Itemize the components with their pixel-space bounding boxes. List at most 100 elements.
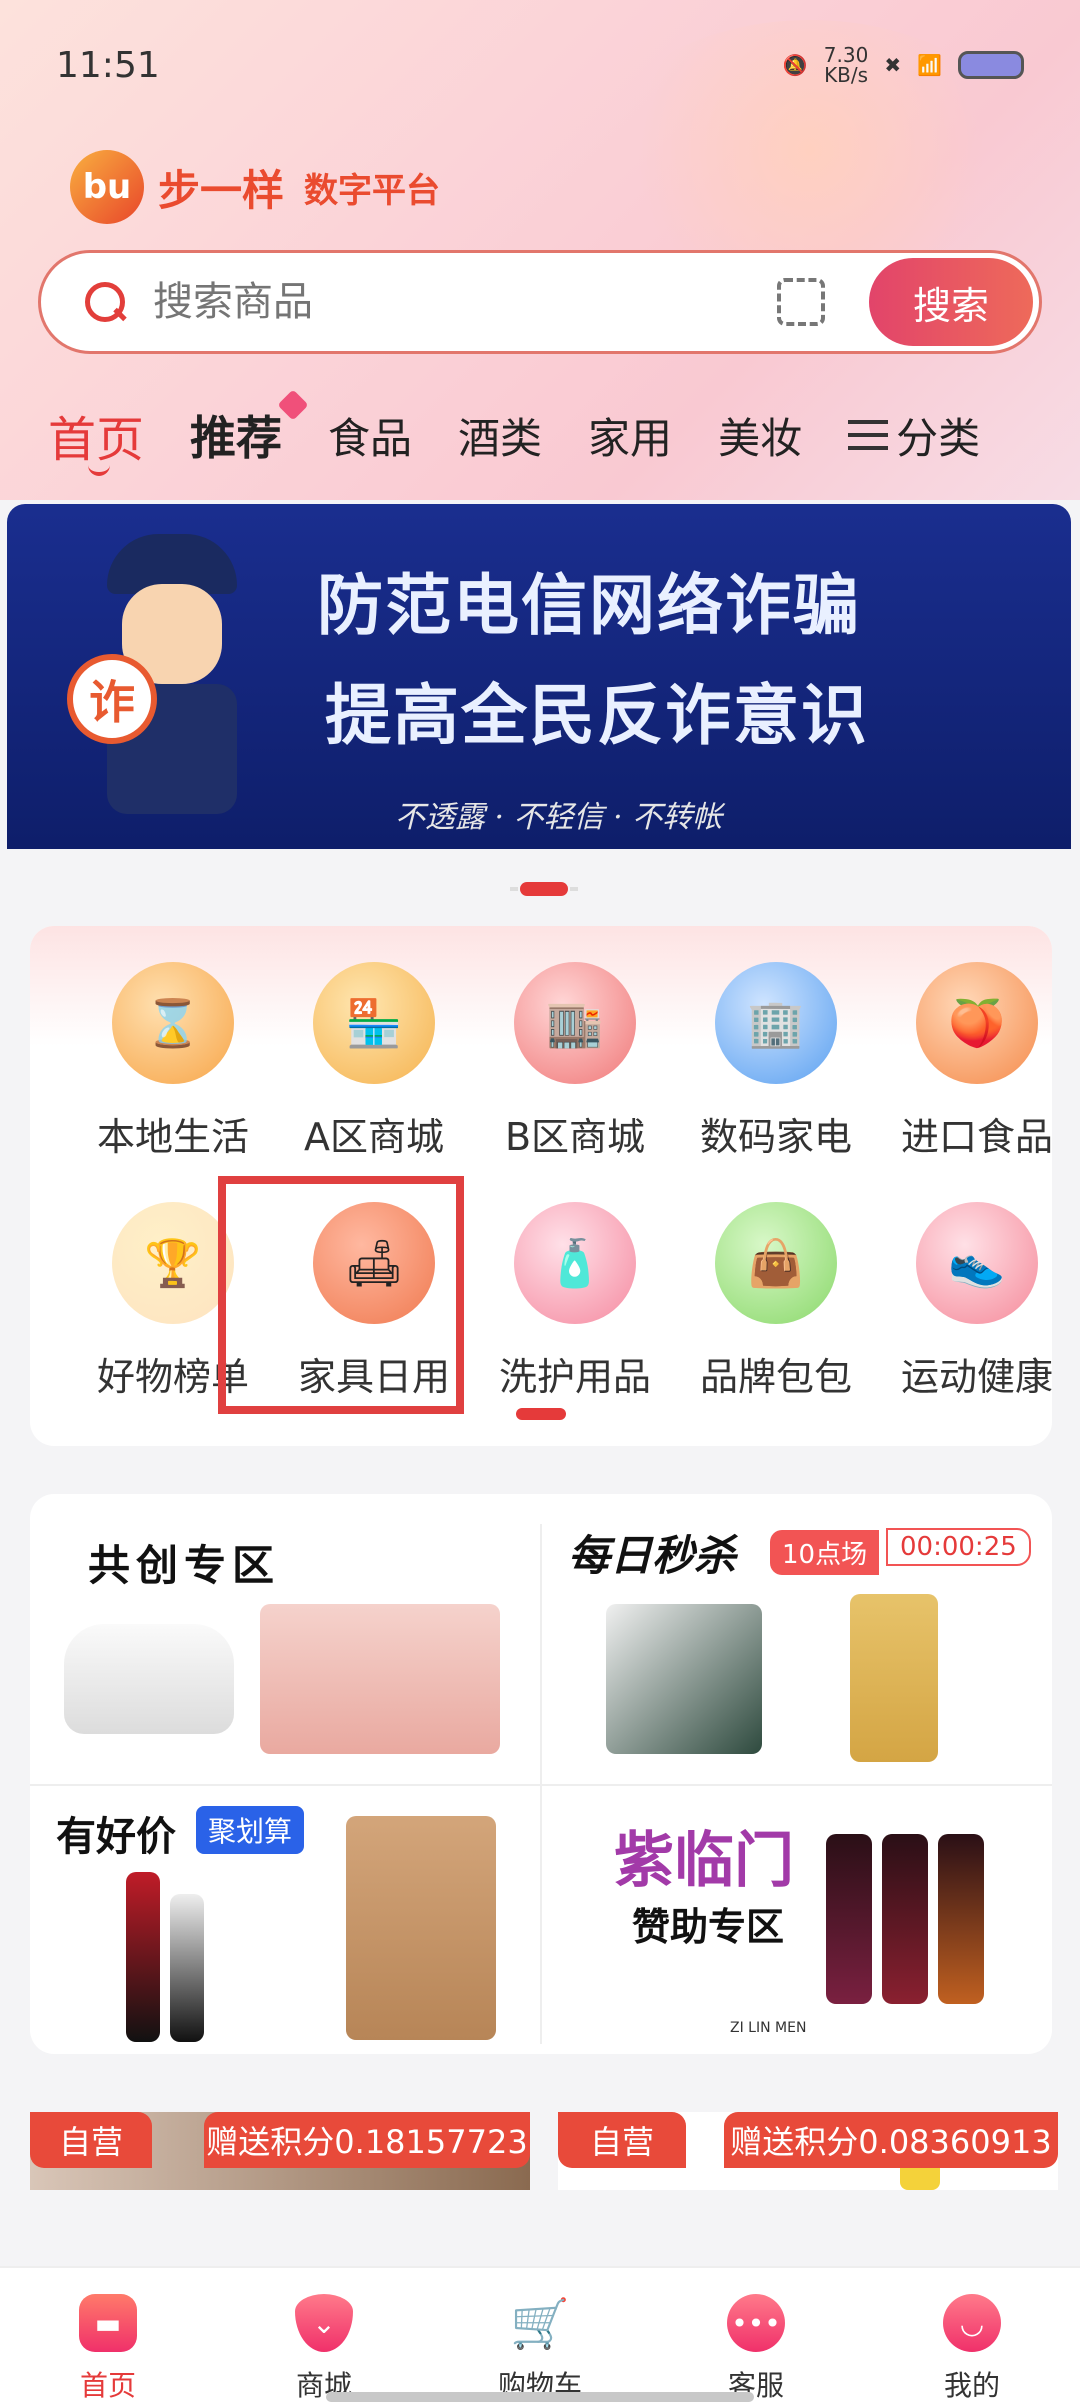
banner-line-1: 防范电信网络诈骗	[317, 567, 861, 644]
bedding-product-image	[260, 1604, 500, 1754]
anti-fraud-banner[interactable]: 诈 防范电信网络诈骗 提高全民反诈意识 不透露 · 不轻信 · 不转帐	[7, 504, 1071, 849]
store-a-icon: 🏪	[313, 962, 435, 1084]
scan-icon[interactable]	[777, 278, 825, 326]
zilinmen-logo: ZI LIN MEN	[730, 2020, 807, 2036]
menu-icon	[848, 420, 889, 450]
promo-zilinmen-title: 紫临门	[614, 1826, 794, 1896]
grid-item-import-food[interactable]: 🍑 进口食品	[877, 962, 1077, 1161]
grid-item-toiletries[interactable]: 🧴 洗护用品	[475, 1202, 675, 1401]
self-operated-tag-2: 自营	[558, 2112, 686, 2168]
app-logo: bu 步一样 数字平台	[70, 150, 440, 224]
sneaker-product-image	[64, 1624, 234, 1734]
battery-icon	[958, 51, 1024, 79]
status-time: 11:51	[56, 44, 160, 86]
wine-bottle-1-image	[826, 1834, 872, 2004]
promo-haojia-title: 有好价	[56, 1814, 176, 1860]
self-operated-tag-1: 自营	[30, 2112, 152, 2168]
trophy-icon: 🏆	[112, 1202, 234, 1324]
banner-page-indicator	[510, 882, 578, 896]
cream-jar-icon: 🧴	[514, 1202, 636, 1324]
profile-icon: ◡	[943, 2294, 1001, 2352]
fraud-seal-icon: 诈	[67, 654, 157, 744]
wine-bottle-3-image	[938, 1834, 984, 2004]
grid-label: 本地生活	[96, 1115, 249, 1159]
phone-product-image	[606, 1604, 762, 1754]
nav-profile[interactable]: ◡ 我的	[902, 2294, 1042, 2404]
promo-section: 共创专区 每日秒杀 10点场 00:00:25 有好价 聚划算 紫临门 赞助专区…	[30, 1494, 1052, 2054]
home-indicator[interactable]	[326, 2392, 754, 2402]
category-menu-label: 分类	[896, 413, 981, 463]
search-input[interactable]	[153, 279, 777, 325]
search-icon	[81, 278, 129, 326]
store-b-icon: 🏬	[514, 962, 636, 1084]
grid-label: B区商城	[504, 1115, 646, 1159]
grid-page-indicator	[516, 1408, 566, 1420]
tab-category-menu[interactable]: 分类	[848, 405, 980, 466]
promo-zilinmen-subtitle: 赞助专区	[632, 1905, 785, 1949]
lipstick-case-product-image	[170, 1894, 204, 2042]
notification-icon: ✖	[884, 53, 902, 77]
nav-home[interactable]: ▬ 首页	[38, 2294, 178, 2404]
search-button[interactable]: 搜索	[869, 258, 1033, 346]
promo-gongchuang-title: 共创专区	[88, 1541, 281, 1590]
grid-item-bags[interactable]: 👜 品牌包包	[676, 1202, 876, 1401]
grid-label: A区商城	[304, 1115, 444, 1159]
peach-icon: 🍑	[916, 962, 1038, 1084]
grid-item-digital[interactable]: 🏢 数码家电	[676, 962, 876, 1161]
grid-item-store-a[interactable]: 🏪 A区商城	[274, 962, 474, 1161]
wifi-icon: 📶	[917, 53, 942, 77]
tab-food[interactable]: 食品	[328, 405, 412, 466]
grid-label: 运动健康	[900, 1355, 1053, 1399]
highlight-box	[218, 1176, 464, 1414]
handbag-icon: 👜	[715, 1202, 837, 1324]
mall-icon: ⌄	[295, 2294, 353, 2352]
status-icons: 🔕 7.30 KB/s ✖ 📶	[783, 45, 1024, 85]
cart-icon: 🛒	[510, 2295, 570, 2352]
nav-cart[interactable]: 🛒 购物车	[470, 2294, 610, 2404]
grid-label: 洗护用品	[498, 1355, 651, 1399]
grid-item-store-b[interactable]: 🏬 B区商城	[475, 962, 675, 1161]
search-bar[interactable]: 搜索	[38, 250, 1042, 354]
promo-miaosha-title: 每日秒杀	[568, 1531, 737, 1580]
digital-store-icon: 🏢	[715, 962, 837, 1084]
tab-household[interactable]: 家用	[588, 405, 672, 466]
nav-label: 首页	[79, 2369, 136, 2402]
juhuasuan-badge: 聚划算	[196, 1806, 305, 1854]
logo-subtext: 数字平台	[304, 170, 441, 211]
tab-home[interactable]: 首页	[48, 400, 144, 476]
lipstick-product-image	[126, 1872, 160, 2042]
net-speed-unit: KB/s	[824, 63, 869, 87]
grid-label: 进口食品	[900, 1115, 1053, 1159]
nav-label: 我的	[943, 2369, 1000, 2402]
bottom-nav: ▬ 首页 ⌄ 商城 🛒 购物车 ••• 客服 ◡ 我的	[0, 2266, 1080, 2408]
logo-mark-icon: bu	[70, 150, 144, 224]
tab-recommend[interactable]: 推荐	[190, 402, 282, 468]
coat-product-image	[346, 1816, 496, 2040]
tab-beauty[interactable]: 美妆	[718, 405, 802, 466]
home-icon: ▬	[79, 2294, 137, 2352]
status-bar: 11:51 🔕 7.30 KB/s ✖ 📶	[56, 40, 1024, 90]
wine-bottle-2-image	[882, 1834, 928, 2004]
chat-icon: •••	[727, 2294, 785, 2352]
sunscreen-product-image	[850, 1594, 938, 1762]
local-life-icon: ⌛	[112, 962, 234, 1084]
grid-item-local-life[interactable]: ⌛ 本地生活	[73, 962, 273, 1161]
category-grid: ⌛ 本地生活 🏪 A区商城 🏬 B区商城 🏢 数码家电 🍑 进口食品 🏆 好物榜…	[30, 926, 1053, 1446]
points-tag-1: 赠送积分0.18157723	[204, 2112, 530, 2168]
net-speed: 7.30	[823, 43, 869, 67]
grid-label: 数码家电	[699, 1115, 852, 1159]
nav-mall[interactable]: ⌄ 商城	[254, 2294, 394, 2404]
tab-liquor[interactable]: 酒类	[458, 405, 542, 466]
mute-icon: 🔕	[782, 53, 808, 77]
miaosha-countdown: 00:00:25	[886, 1528, 1031, 1566]
banner-line-3: 不透露 · 不轻信 · 不转帐	[395, 800, 723, 835]
points-tag-2: 赠送积分0.08360913	[724, 2112, 1058, 2168]
sneaker-icon: 👟	[916, 1202, 1038, 1324]
nav-service[interactable]: ••• 客服	[686, 2294, 826, 2404]
logo-text: 步一样	[158, 165, 285, 215]
police-illustration: 诈	[67, 534, 267, 824]
grid-item-sports[interactable]: 👟 运动健康	[877, 1202, 1077, 1401]
grid-label: 品牌包包	[699, 1355, 852, 1399]
category-tabs: 首页 推荐 食品 酒类 家用 美妆 分类	[0, 395, 1080, 476]
banner-line-2: 提高全民反诈意识	[325, 677, 869, 754]
